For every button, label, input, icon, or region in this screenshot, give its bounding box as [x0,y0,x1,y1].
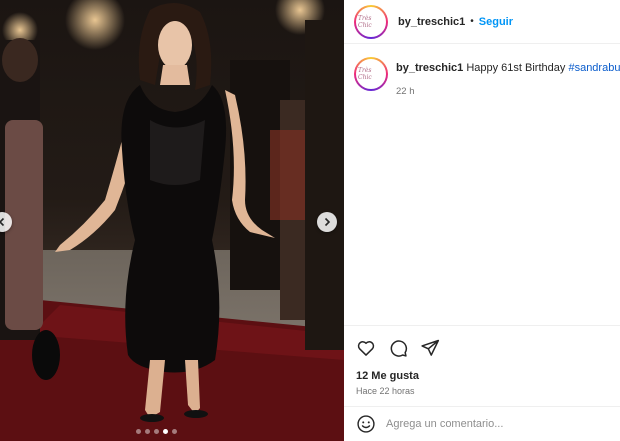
separator-dot: • [470,16,474,27]
comment-input[interactable] [386,418,606,430]
avatar-logo: Très Chic [356,59,386,89]
post-photo [0,0,344,441]
avatar-logo: Très Chic [356,6,386,37]
carousel-dot [136,429,141,434]
caption: Très Chic by_treschic1 Happy 61st Birthd… [354,57,620,97]
chevron-left-icon [0,217,5,227]
next-slide-button[interactable] [317,212,337,232]
carousel-indicator [136,429,177,434]
like-count[interactable]: 12 Me gusta [356,370,419,382]
avatar[interactable]: Très Chic [354,4,388,39]
author-username[interactable]: by_treschic1 [398,16,465,28]
comment-icon[interactable] [388,338,408,358]
carousel-dot [172,429,177,434]
caption-username[interactable]: by_treschic1 [396,62,463,74]
actions-section: 12 Me gusta Hace 22 horas [344,325,620,396]
post-details-panel: Très Chic by_treschic1 • Seguir Très Chi… [344,0,620,441]
caption-text: by_treschic1 Happy 61st Birthday #sandra… [396,62,620,74]
carousel-dot-active [163,429,168,434]
post-timestamp: Hace 22 horas [356,386,415,396]
share-icon[interactable] [420,338,440,358]
post-image[interactable] [0,0,344,441]
caption-avatar[interactable]: Très Chic [354,57,388,91]
follow-button[interactable]: Seguir [479,16,513,28]
comment-bar [344,406,620,441]
carousel-dot [154,429,159,434]
caption-body: by_treschic1 Happy 61st Birthday #sandra… [396,62,620,97]
caption-message: Happy 61st Birthday [466,62,566,74]
caption-timestamp: 22 h [396,86,415,97]
heart-icon[interactable] [356,338,376,358]
action-bar [356,338,440,358]
caption-hashtag[interactable]: #sandrabullock [568,62,620,74]
post-header: Très Chic by_treschic1 • Seguir [344,0,620,44]
carousel-dot [145,429,150,434]
emoji-icon[interactable] [356,414,376,434]
chevron-right-icon [324,217,331,227]
